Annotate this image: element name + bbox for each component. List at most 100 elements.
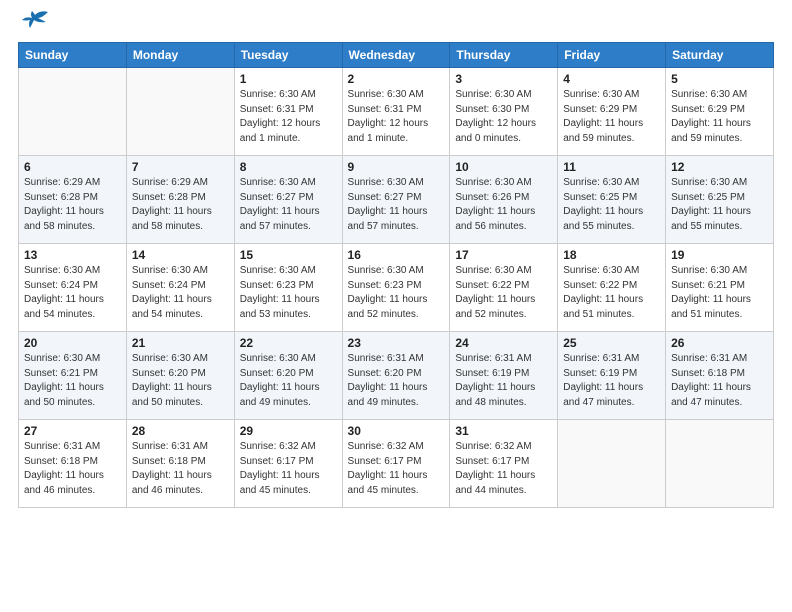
day-number: 31 xyxy=(455,424,552,438)
day-number: 7 xyxy=(132,160,229,174)
calendar-cell: 20 Sunrise: 6:30 AM Sunset: 6:21 PM Dayli… xyxy=(19,332,127,420)
calendar-cell: 5Sunrise: 6:30 AM Sunset: 6:29 PM Daylig… xyxy=(666,68,774,156)
calendar-cell: 10 Sunrise: 6:30 AM Sunset: 6:26 PM Dayli… xyxy=(450,156,558,244)
calendar-cell: 13 Sunrise: 6:30 AM Sunset: 6:24 PM Dayli… xyxy=(19,244,127,332)
day-number: 9 xyxy=(348,160,445,174)
day-number: 29 xyxy=(240,424,337,438)
day-number: 20 xyxy=(24,336,121,350)
calendar-cell: 19 Sunrise: 6:30 AM Sunset: 6:21 PM Dayli… xyxy=(666,244,774,332)
day-number: 26 xyxy=(671,336,768,350)
day-number: 11 xyxy=(563,160,660,174)
day-number: 12 xyxy=(671,160,768,174)
weekday-header-row: SundayMondayTuesdayWednesdayThursdayFrid… xyxy=(19,43,774,68)
day-info: Sunrise: 6:31 AM Sunset: 6:19 PM Dayligh… xyxy=(455,352,552,410)
calendar-cell: 6 Sunrise: 6:29 AM Sunset: 6:28 PM Daylig… xyxy=(19,156,127,244)
calendar-cell: 29 Sunrise: 6:32 AM Sunset: 6:17 PM Dayli… xyxy=(234,420,342,508)
calendar-cell: 9 Sunrise: 6:30 AM Sunset: 6:27 PM Daylig… xyxy=(342,156,450,244)
weekday-header-tuesday: Tuesday xyxy=(234,43,342,68)
calendar-cell: 8 Sunrise: 6:30 AM Sunset: 6:27 PM Daylig… xyxy=(234,156,342,244)
day-number: 17 xyxy=(455,248,552,262)
day-number: 13 xyxy=(24,248,121,262)
day-info: Sunrise: 6:30 AM Sunset: 6:20 PM Dayligh… xyxy=(132,352,229,410)
weekday-header-sunday: Sunday xyxy=(19,43,127,68)
calendar-cell xyxy=(19,68,127,156)
day-info: Sunrise: 6:30 AM Sunset: 6:24 PM Dayligh… xyxy=(132,264,229,322)
day-info: Sunrise: 6:30 AM Sunset: 6:22 PM Dayligh… xyxy=(563,264,660,322)
calendar-cell: 7 Sunrise: 6:29 AM Sunset: 6:28 PM Daylig… xyxy=(126,156,234,244)
day-info: Sunrise: 6:29 AM Sunset: 6:28 PM Dayligh… xyxy=(132,176,229,234)
day-number: 21 xyxy=(132,336,229,350)
calendar-cell: 1 Sunrise: 6:30 AM Sunset: 6:31 PM Daylig… xyxy=(234,68,342,156)
day-info: Sunrise: 6:31 AM Sunset: 6:18 PM Dayligh… xyxy=(132,440,229,498)
calendar-table: SundayMondayTuesdayWednesdayThursdayFrid… xyxy=(18,42,774,508)
calendar-cell: 25Sunrise: 6:31 AM Sunset: 6:19 PM Dayli… xyxy=(558,332,666,420)
weekday-header-saturday: Saturday xyxy=(666,43,774,68)
day-info: Sunrise: 6:30 AM Sunset: 6:27 PM Dayligh… xyxy=(348,176,445,234)
day-number: 22 xyxy=(240,336,337,350)
day-number: 1 xyxy=(240,72,337,86)
calendar-cell: 12 Sunrise: 6:30 AM Sunset: 6:25 PM Dayli… xyxy=(666,156,774,244)
day-info: Sunrise: 6:32 AM Sunset: 6:17 PM Dayligh… xyxy=(455,440,552,498)
calendar-week-row: 13 Sunrise: 6:30 AM Sunset: 6:24 PM Dayli… xyxy=(19,244,774,332)
day-info: Sunrise: 6:30 AM Sunset: 6:21 PM Dayligh… xyxy=(671,264,768,322)
day-info: Sunrise: 6:31 AM Sunset: 6:18 PM Dayligh… xyxy=(24,440,121,498)
logo xyxy=(18,14,50,34)
calendar-cell: 16Sunrise: 6:30 AM Sunset: 6:23 PM Dayli… xyxy=(342,244,450,332)
day-number: 24 xyxy=(455,336,552,350)
day-info: Sunrise: 6:30 AM Sunset: 6:31 PM Dayligh… xyxy=(348,88,445,146)
weekday-header-monday: Monday xyxy=(126,43,234,68)
day-number: 3 xyxy=(455,72,552,86)
day-info: Sunrise: 6:31 AM Sunset: 6:19 PM Dayligh… xyxy=(563,352,660,410)
calendar-cell xyxy=(558,420,666,508)
day-number: 6 xyxy=(24,160,121,174)
day-info: Sunrise: 6:30 AM Sunset: 6:31 PM Dayligh… xyxy=(240,88,337,146)
day-info: Sunrise: 6:32 AM Sunset: 6:17 PM Dayligh… xyxy=(240,440,337,498)
day-number: 19 xyxy=(671,248,768,262)
calendar-week-row: 6 Sunrise: 6:29 AM Sunset: 6:28 PM Daylig… xyxy=(19,156,774,244)
day-number: 4 xyxy=(563,72,660,86)
calendar-cell xyxy=(666,420,774,508)
day-number: 30 xyxy=(348,424,445,438)
calendar-cell: 27 Sunrise: 6:31 AM Sunset: 6:18 PM Dayli… xyxy=(19,420,127,508)
day-number: 10 xyxy=(455,160,552,174)
day-info: Sunrise: 6:30 AM Sunset: 6:23 PM Dayligh… xyxy=(240,264,337,322)
calendar-cell: 11Sunrise: 6:30 AM Sunset: 6:25 PM Dayli… xyxy=(558,156,666,244)
calendar-cell: 30 Sunrise: 6:32 AM Sunset: 6:17 PM Dayli… xyxy=(342,420,450,508)
day-info: Sunrise: 6:30 AM Sunset: 6:20 PM Dayligh… xyxy=(240,352,337,410)
day-info: Sunrise: 6:29 AM Sunset: 6:28 PM Dayligh… xyxy=(24,176,121,234)
day-info: Sunrise: 6:30 AM Sunset: 6:24 PM Dayligh… xyxy=(24,264,121,322)
weekday-header-thursday: Thursday xyxy=(450,43,558,68)
day-info: Sunrise: 6:32 AM Sunset: 6:17 PM Dayligh… xyxy=(348,440,445,498)
day-number: 5 xyxy=(671,72,768,86)
day-info: Sunrise: 6:30 AM Sunset: 6:27 PM Dayligh… xyxy=(240,176,337,234)
calendar-cell: 28Sunrise: 6:31 AM Sunset: 6:18 PM Dayli… xyxy=(126,420,234,508)
page: SundayMondayTuesdayWednesdayThursdayFrid… xyxy=(0,0,792,612)
day-info: Sunrise: 6:30 AM Sunset: 6:21 PM Dayligh… xyxy=(24,352,121,410)
day-info: Sunrise: 6:31 AM Sunset: 6:18 PM Dayligh… xyxy=(671,352,768,410)
day-info: Sunrise: 6:31 AM Sunset: 6:20 PM Dayligh… xyxy=(348,352,445,410)
day-info: Sunrise: 6:30 AM Sunset: 6:29 PM Dayligh… xyxy=(563,88,660,146)
day-number: 2 xyxy=(348,72,445,86)
day-number: 8 xyxy=(240,160,337,174)
day-info: Sunrise: 6:30 AM Sunset: 6:25 PM Dayligh… xyxy=(671,176,768,234)
day-info: Sunrise: 6:30 AM Sunset: 6:30 PM Dayligh… xyxy=(455,88,552,146)
day-number: 18 xyxy=(563,248,660,262)
day-number: 27 xyxy=(24,424,121,438)
calendar-week-row: 27 Sunrise: 6:31 AM Sunset: 6:18 PM Dayli… xyxy=(19,420,774,508)
day-info: Sunrise: 6:30 AM Sunset: 6:26 PM Dayligh… xyxy=(455,176,552,234)
calendar-cell: 26 Sunrise: 6:31 AM Sunset: 6:18 PM Dayli… xyxy=(666,332,774,420)
logo-bird-icon xyxy=(20,10,50,36)
weekday-header-wednesday: Wednesday xyxy=(342,43,450,68)
calendar-cell: 15Sunrise: 6:30 AM Sunset: 6:23 PM Dayli… xyxy=(234,244,342,332)
calendar-cell: 14 Sunrise: 6:30 AM Sunset: 6:24 PM Dayli… xyxy=(126,244,234,332)
calendar-cell: 21 Sunrise: 6:30 AM Sunset: 6:20 PM Dayli… xyxy=(126,332,234,420)
header xyxy=(18,10,774,34)
day-number: 16 xyxy=(348,248,445,262)
calendar-cell: 3 Sunrise: 6:30 AM Sunset: 6:30 PM Daylig… xyxy=(450,68,558,156)
calendar-cell: 31 Sunrise: 6:32 AM Sunset: 6:17 PM Dayli… xyxy=(450,420,558,508)
calendar-cell: 22 Sunrise: 6:30 AM Sunset: 6:20 PM Dayli… xyxy=(234,332,342,420)
calendar-cell: 24 Sunrise: 6:31 AM Sunset: 6:19 PM Dayli… xyxy=(450,332,558,420)
calendar-week-row: 1 Sunrise: 6:30 AM Sunset: 6:31 PM Daylig… xyxy=(19,68,774,156)
calendar-cell: 2 Sunrise: 6:30 AM Sunset: 6:31 PM Daylig… xyxy=(342,68,450,156)
day-number: 14 xyxy=(132,248,229,262)
